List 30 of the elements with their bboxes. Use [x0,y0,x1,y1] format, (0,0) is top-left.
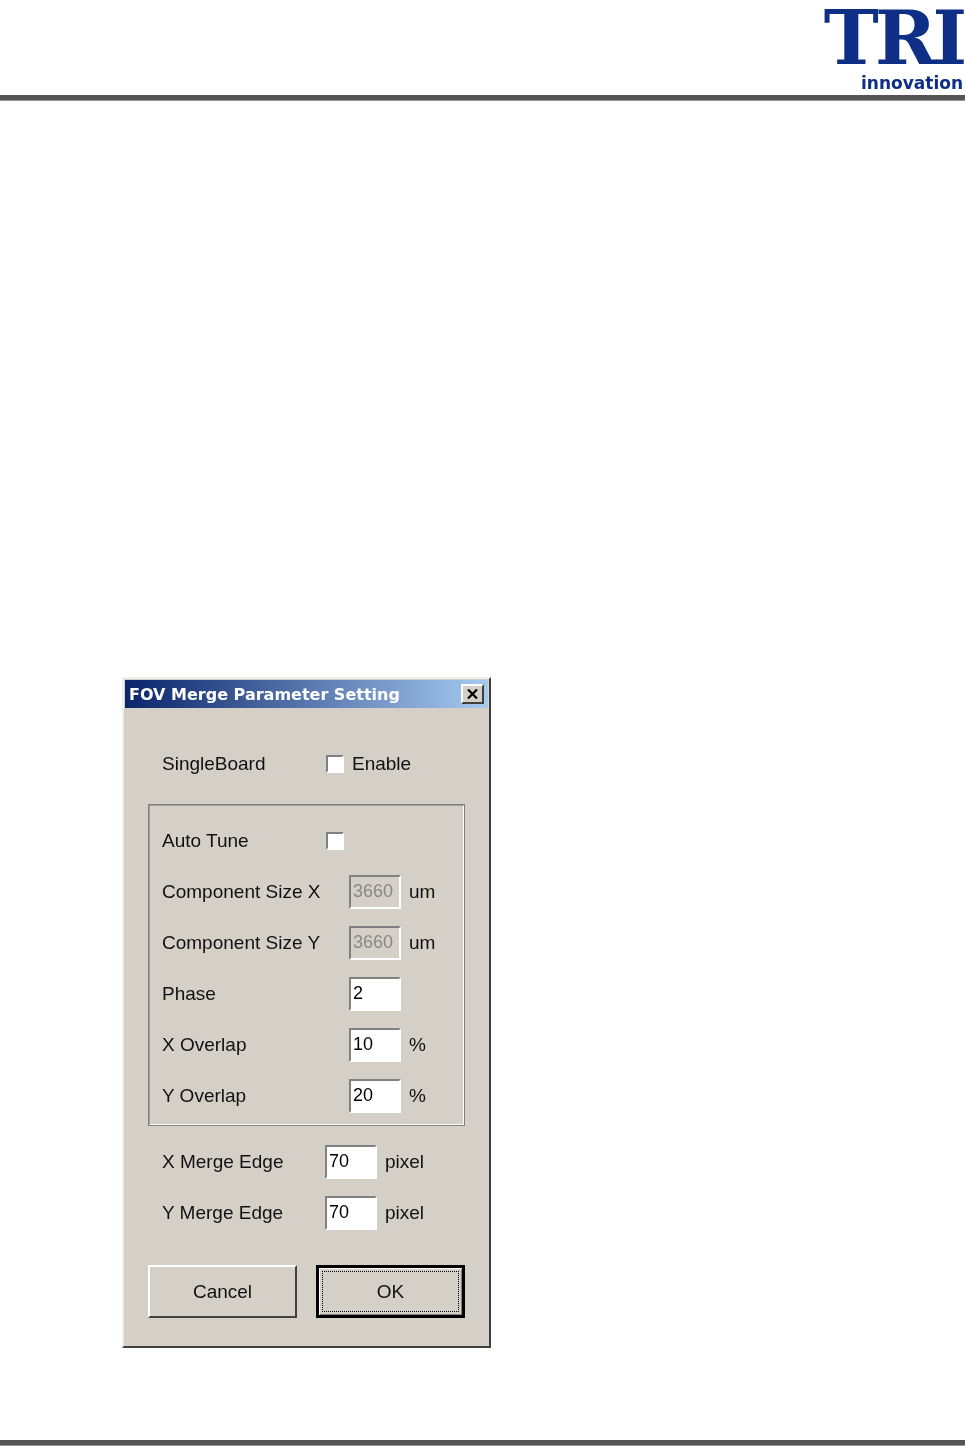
field-label: Auto Tune [162,829,250,852]
text-field[interactable]: 10 [349,1027,401,1062]
unit-label: pixel [385,1150,425,1173]
close-button[interactable] [461,684,484,704]
text-field[interactable]: 2 [349,976,401,1011]
text-field[interactable]: 70 [325,1144,377,1179]
dialog-button[interactable]: Cancel [148,1265,297,1318]
unit-label: % [409,1084,426,1107]
text-field[interactable]: 20 [349,1078,401,1113]
field-label: X Overlap [162,1033,248,1056]
window-title: FOV Merge Parameter Setting [129,684,400,704]
close-icon [467,689,478,699]
logo-text: TRI [823,2,963,74]
unit-label: um [409,880,436,903]
checkbox[interactable] [326,831,344,850]
field-label: SingleBoard [162,753,267,775]
field-label: Y Overlap [162,1084,248,1107]
field-label: X Merge Edge [162,1150,285,1173]
unit-label: % [409,1033,426,1056]
unit-label: pixel [385,1201,425,1224]
dialog-button[interactable]: OK [316,1265,465,1318]
logo-tagline: innovation [861,74,963,92]
field-label: Phase [162,982,217,1005]
checkbox-label: Enable [352,753,412,775]
field-label: Component Size Y [162,931,322,954]
checkbox[interactable] [326,755,344,773]
field-label: Component Size X [162,880,322,903]
unit-label: um [409,931,436,954]
text-field[interactable]: 70 [325,1195,377,1230]
field-label: Y Merge Edge [162,1201,285,1224]
